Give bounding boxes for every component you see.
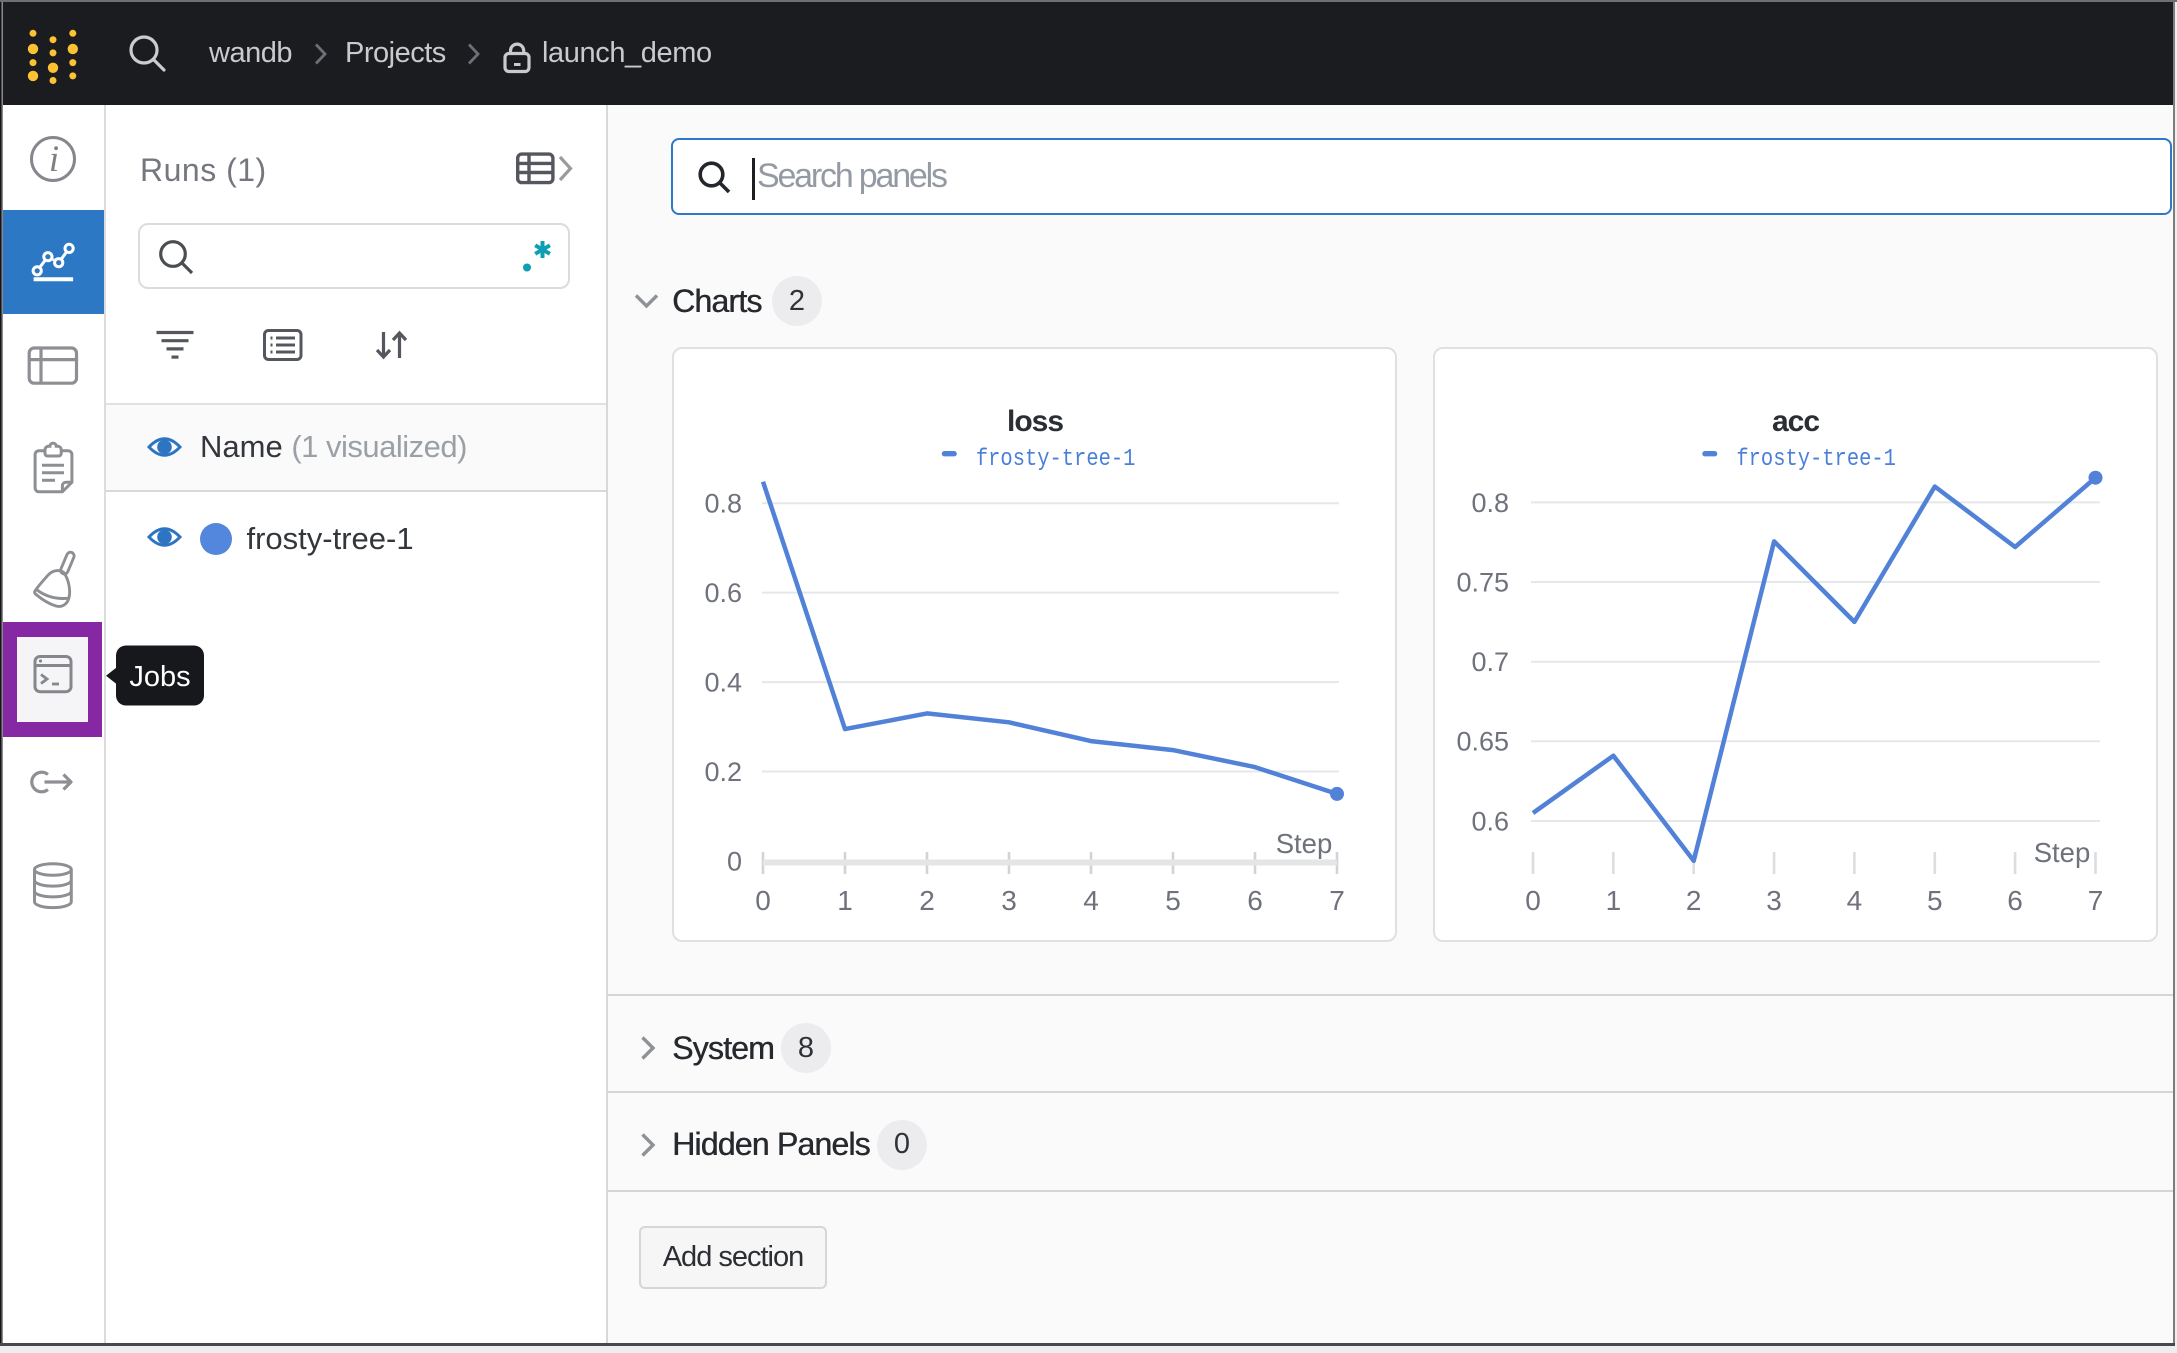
svg-text:loss: loss	[1007, 405, 1063, 438]
svg-text:2: 2	[919, 885, 935, 916]
svg-text:0.8: 0.8	[1471, 488, 1509, 518]
svg-text:3: 3	[1001, 885, 1017, 916]
svg-text:4: 4	[1083, 885, 1099, 916]
svg-text:0.75: 0.75	[1456, 567, 1509, 597]
svg-text:1: 1	[837, 885, 853, 916]
svg-text:Jobs: Jobs	[129, 661, 190, 693]
svg-text:0.4: 0.4	[704, 667, 742, 697]
svg-text:acc: acc	[1772, 405, 1819, 438]
svg-text:0: 0	[727, 846, 742, 876]
svg-text:4: 4	[1847, 885, 1863, 916]
svg-text:frosty-tree-1: frosty-tree-1	[1736, 446, 1896, 473]
svg-text:0.8: 0.8	[704, 489, 742, 519]
svg-text:Step: Step	[1276, 828, 1333, 859]
svg-text:5: 5	[1165, 885, 1181, 916]
svg-text:0.7: 0.7	[1471, 647, 1509, 677]
svg-text:0.2: 0.2	[704, 757, 742, 787]
svg-text:0: 0	[755, 885, 771, 916]
svg-text:5: 5	[1927, 885, 1943, 916]
svg-text:7: 7	[2088, 885, 2104, 916]
svg-text:7: 7	[1329, 885, 1345, 916]
svg-text:1: 1	[1606, 885, 1622, 916]
svg-text:Step: Step	[2034, 837, 2091, 868]
svg-text:2: 2	[1686, 885, 1702, 916]
svg-text:0: 0	[1525, 885, 1541, 916]
svg-text:0.65: 0.65	[1456, 727, 1509, 757]
svg-text:6: 6	[1247, 885, 1263, 916]
svg-text:6: 6	[2007, 885, 2023, 916]
svg-text:0.6: 0.6	[1471, 806, 1509, 836]
svg-text:i: i	[49, 139, 59, 180]
svg-text:frosty-tree-1: frosty-tree-1	[976, 446, 1136, 473]
svg-text:0.6: 0.6	[704, 578, 742, 608]
svg-text:3: 3	[1766, 885, 1782, 916]
